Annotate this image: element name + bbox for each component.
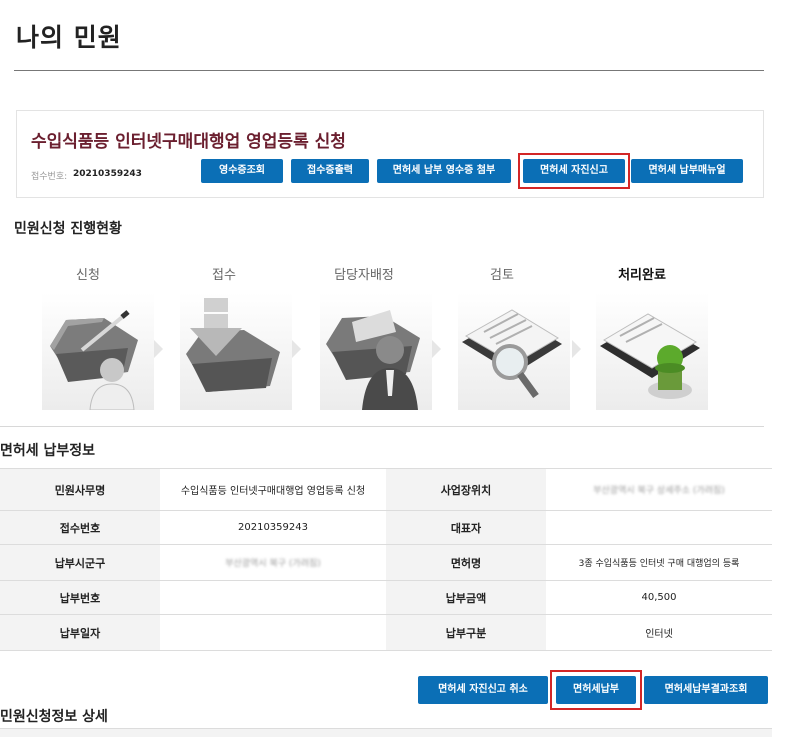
table-cell: 수입식품등 인터넷구매대행업 영업등록 신청 [160, 468, 386, 511]
table-header-cell: 민원사무명 [0, 468, 160, 511]
table-header-cell: 납부시군구 [0, 544, 160, 581]
folder-pen-icon [42, 292, 154, 411]
document-stamp-icon [596, 292, 708, 410]
table-header-cell: 대표자 [386, 510, 546, 545]
table-header-cell: 납부구분 [386, 614, 546, 651]
table-cell [546, 510, 772, 545]
step-arrow-icon [432, 340, 441, 358]
step-label-assign: 담당자배정 [334, 268, 394, 283]
document-magnifier-icon [458, 292, 570, 410]
attach-tax-receipt-button[interactable]: 면허세 납부 영수증 첨부 [377, 159, 511, 183]
table-cell [160, 580, 386, 615]
payment-info-table: 민원사무명 수입식품등 인터넷구매대행업 영업등록 신청 사업장위치 부산광역시… [0, 468, 772, 651]
redacted-text: 부산광역시 북구 (가려짐) [225, 559, 321, 569]
table-row: 접수번호 20210359243 대표자 [0, 510, 772, 545]
step-arrow-icon [572, 340, 581, 358]
cancel-self-report-button[interactable]: 면허세 자진신고 취소 [418, 676, 548, 704]
section-divider [0, 426, 764, 427]
tax-payment-result-button[interactable]: 면허세납부결과조회 [644, 676, 768, 704]
receipt-number-value: 20210359243 [73, 169, 142, 179]
step-label-complete: 처리완료 [618, 268, 666, 283]
table-cell: 부산광역시 북구 (가려짐) [160, 544, 386, 581]
step-label-review: 검토 [490, 268, 514, 283]
table-header-cell: 납부일자 [0, 614, 160, 651]
receipt-number-label: 접수번호: [31, 172, 68, 182]
table-cell: 부산광역시 북구 상세주소 (가려짐) [546, 468, 772, 511]
table-row: 납부일자 납부구분 인터넷 [0, 614, 772, 651]
payment-info-heading: 면허세 납부정보 [0, 443, 96, 459]
page-title: 나의 민원 [16, 23, 122, 52]
table-cell: 40,500 [546, 580, 772, 615]
title-divider [14, 70, 764, 71]
table-cell: 인터넷 [546, 614, 772, 651]
table-row: 민원사무명 수입식품등 인터넷구매대행업 영업등록 신청 사업장위치 부산광역시… [0, 468, 772, 511]
step-arrow-icon [154, 340, 163, 358]
step-label-receive: 접수 [212, 268, 236, 283]
table-header-cell: 사업장위치 [386, 468, 546, 511]
progress-heading: 민원신청 진행현황 [14, 221, 122, 237]
table-cell: 20210359243 [160, 510, 386, 545]
application-details-heading: 민원신청정보 상세 [0, 709, 108, 725]
table-row: 납부시군구 부산광역시 북구 (가려짐) 면허명 3종 수입식품등 인터넷 구매… [0, 544, 772, 581]
table-header-cell: 납부번호 [0, 580, 160, 615]
redacted-text: 부산광역시 북구 상세주소 (가려짐) [593, 486, 725, 496]
pay-tax-highlight-box [550, 670, 642, 710]
tax-payment-manual-button[interactable]: 면허세 납부매뉴얼 [631, 159, 743, 183]
table-row: 납부번호 납부금액 40,500 [0, 580, 772, 615]
folder-person-icon [320, 292, 432, 410]
table-header-cell: 접수번호 [0, 510, 160, 545]
table-header-cell: 면허명 [386, 544, 546, 581]
application-summary-box: 수입식품등 인터넷구매대행업 영업등록 신청 접수번호: 20210359243… [16, 110, 764, 198]
receipt-print-button[interactable]: 접수증출력 [291, 159, 369, 183]
table-cell: 3종 수입식품등 인터넷 구매 대행업의 등록 [546, 544, 772, 581]
step-arrow-icon [292, 340, 301, 358]
table-header-cell: 납부금액 [386, 580, 546, 615]
receipt-inquiry-button[interactable]: 영수증조회 [201, 159, 283, 183]
folder-download-icon [180, 292, 292, 410]
application-title: 수입식품등 인터넷구매대행업 영업등록 신청 [31, 132, 346, 152]
step-label-apply: 신청 [76, 268, 100, 283]
table-cell [160, 614, 386, 651]
self-report-highlight-box [518, 153, 630, 189]
